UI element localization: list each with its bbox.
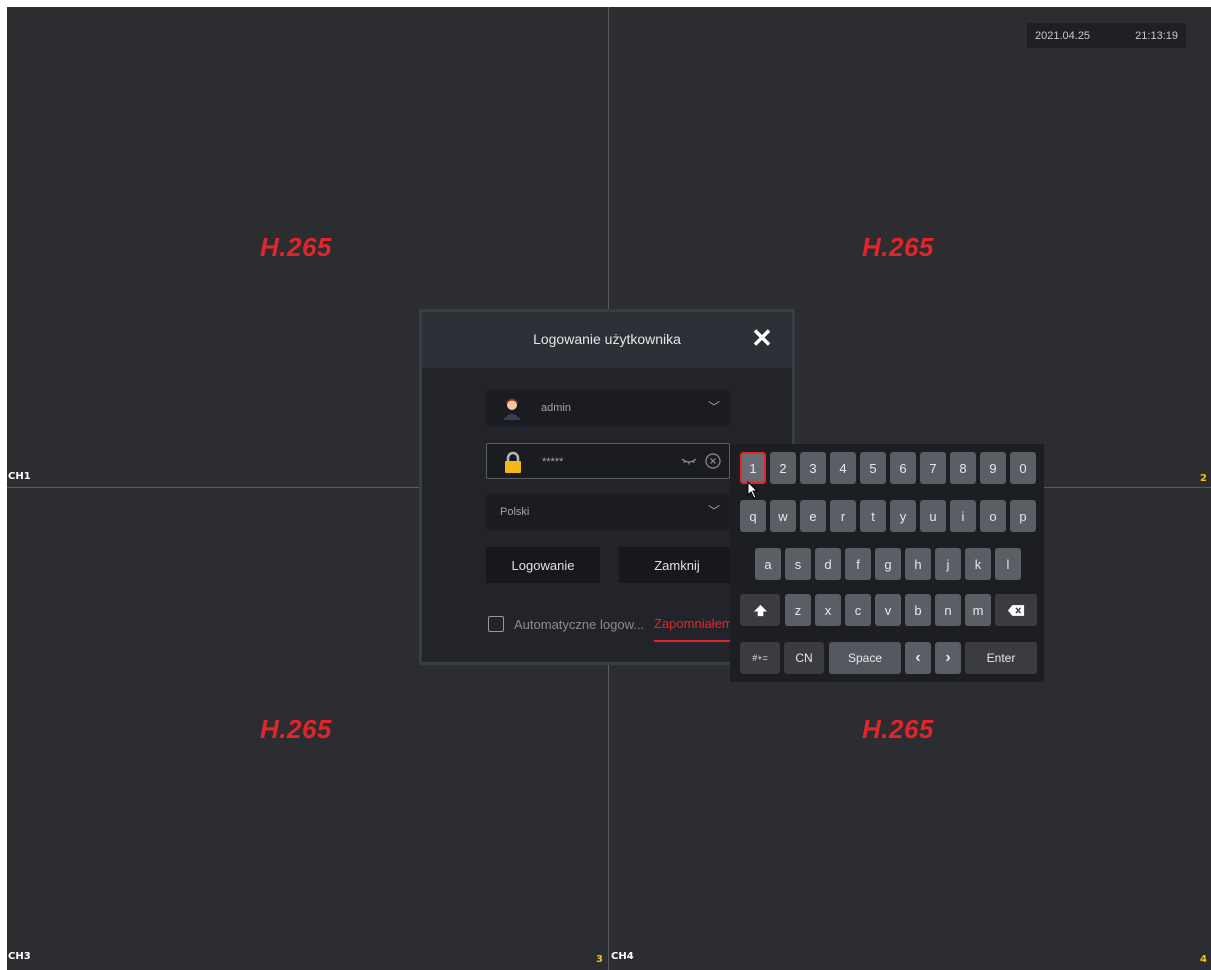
- close-icon[interactable]: ✕: [750, 325, 774, 351]
- enter-key[interactable]: Enter: [965, 642, 1037, 674]
- cn-key[interactable]: CN: [784, 642, 824, 674]
- key-n[interactable]: n: [935, 594, 961, 626]
- key-d[interactable]: d: [815, 548, 841, 580]
- key-2[interactable]: 2: [770, 452, 796, 484]
- close-button[interactable]: Zamknij: [619, 547, 735, 583]
- shift-icon: [753, 604, 767, 616]
- key-x[interactable]: x: [815, 594, 841, 626]
- password-input[interactable]: *****: [486, 443, 730, 479]
- chevron-down-icon: ﹀: [707, 504, 720, 518]
- key-5[interactable]: 5: [860, 452, 886, 484]
- channel-4-number: 4: [1200, 954, 1207, 965]
- chevron-right-icon: ›: [945, 649, 951, 666]
- key-g[interactable]: g: [875, 548, 901, 580]
- hide-password-icon[interactable]: [681, 455, 697, 467]
- channel-1-codec: H.265: [260, 232, 332, 262]
- key-l[interactable]: l: [995, 548, 1021, 580]
- key-o[interactable]: o: [980, 500, 1006, 532]
- virtual-keyboard: 1 2 3 4 5 6 7 8 9 0 q w e r t y u i o p …: [730, 444, 1044, 682]
- key-9[interactable]: 9: [980, 452, 1006, 484]
- backspace-key[interactable]: [995, 594, 1037, 626]
- clear-input-icon[interactable]: [705, 453, 721, 469]
- channel-3-label: CH3: [8, 951, 31, 962]
- channel-3-number: 3: [596, 954, 603, 965]
- key-j[interactable]: j: [935, 548, 961, 580]
- key-e[interactable]: e: [800, 500, 826, 532]
- key-1[interactable]: 1: [740, 452, 766, 484]
- mouse-cursor-icon: [747, 481, 759, 499]
- lock-icon: [505, 451, 521, 473]
- auto-login-checkbox[interactable]: [488, 616, 504, 632]
- key-w[interactable]: w: [770, 500, 796, 532]
- key-r[interactable]: r: [830, 500, 856, 532]
- login-button[interactable]: Logowanie: [486, 547, 600, 583]
- key-c[interactable]: c: [845, 594, 871, 626]
- key-0[interactable]: 0: [1010, 452, 1036, 484]
- chevron-down-icon: ﹀: [707, 400, 720, 414]
- channel-3-codec: H.265: [260, 714, 332, 744]
- language-value: Polski: [500, 506, 530, 518]
- channel-2-label: 2: [1200, 473, 1207, 484]
- date-text: 2021.04.25: [1035, 29, 1091, 42]
- forgot-password-link[interactable]: Zapomniałem: [654, 616, 738, 631]
- cursor-left-key[interactable]: ‹: [905, 642, 931, 674]
- datetime-display: 2021.04.25 21:13:19: [1027, 23, 1186, 48]
- key-4[interactable]: 4: [830, 452, 856, 484]
- key-q[interactable]: q: [740, 500, 766, 532]
- channel-4-label: CH4: [611, 951, 634, 962]
- username-select[interactable]: admin ﹀: [486, 390, 730, 426]
- password-value: *****: [542, 456, 564, 468]
- key-b[interactable]: b: [905, 594, 931, 626]
- key-7[interactable]: 7: [920, 452, 946, 484]
- key-t[interactable]: t: [860, 500, 886, 532]
- key-h[interactable]: h: [905, 548, 931, 580]
- key-v[interactable]: v: [875, 594, 901, 626]
- forgot-underline: [654, 640, 738, 642]
- key-m[interactable]: m: [965, 594, 991, 626]
- auto-login-row[interactable]: Automatyczne logow...: [488, 616, 644, 632]
- cursor-right-key[interactable]: ›: [935, 642, 961, 674]
- key-3[interactable]: 3: [800, 452, 826, 484]
- user-avatar-icon: [503, 398, 521, 420]
- time-text: 21:13:19: [1135, 29, 1178, 42]
- key-p[interactable]: p: [1010, 500, 1036, 532]
- channel-1-label: CH1: [8, 471, 31, 482]
- key-u[interactable]: u: [920, 500, 946, 532]
- symbols-key[interactable]: #+=: [740, 642, 780, 674]
- key-y[interactable]: y: [890, 500, 916, 532]
- username-value: admin: [541, 402, 571, 414]
- language-select[interactable]: Polski ﹀: [486, 494, 730, 530]
- key-6[interactable]: 6: [890, 452, 916, 484]
- key-z[interactable]: z: [785, 594, 811, 626]
- key-s[interactable]: s: [785, 548, 811, 580]
- auto-login-label: Automatyczne logow...: [514, 616, 645, 632]
- channel-2-codec: H.265: [862, 232, 934, 262]
- key-a[interactable]: a: [755, 548, 781, 580]
- backspace-icon: [1007, 604, 1025, 616]
- key-8[interactable]: 8: [950, 452, 976, 484]
- dialog-header: Logowanie użytkownika ✕: [422, 312, 792, 368]
- chevron-left-icon: ‹: [915, 649, 921, 666]
- key-f[interactable]: f: [845, 548, 871, 580]
- shift-key[interactable]: [740, 594, 780, 626]
- key-k[interactable]: k: [965, 548, 991, 580]
- space-key[interactable]: Space: [829, 642, 901, 674]
- channel-4-codec: H.265: [862, 714, 934, 744]
- dialog-title: Logowanie użytkownika: [533, 331, 681, 347]
- key-i[interactable]: i: [950, 500, 976, 532]
